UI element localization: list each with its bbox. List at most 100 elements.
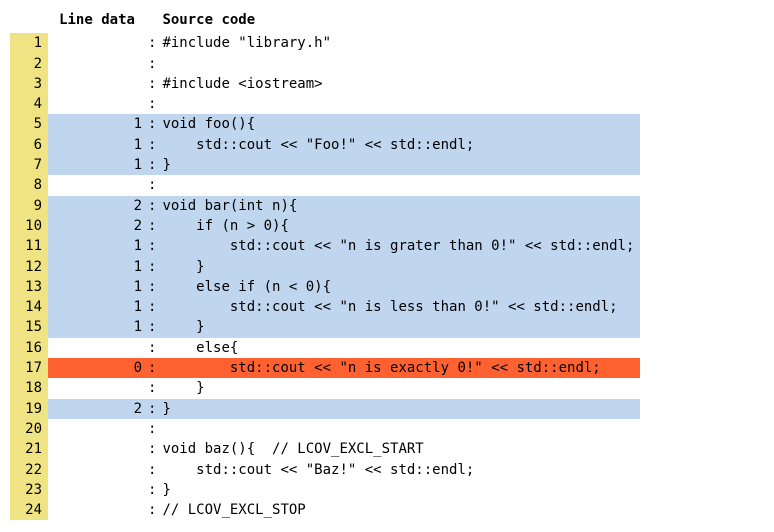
source-row: 151: }: [10, 317, 640, 337]
line-number: 16: [10, 338, 48, 358]
source-row: 61: std::cout << "Foo!" << std::endl;: [10, 135, 640, 155]
line-hits: [48, 500, 146, 520]
source-line: }: [160, 317, 640, 337]
colon-separator: :: [146, 338, 160, 358]
line-number: 9: [10, 196, 48, 216]
line-hits: 1: [48, 114, 146, 134]
line-number: 1: [10, 33, 48, 53]
colon-separator: :: [146, 378, 160, 398]
line-number: 10: [10, 216, 48, 236]
line-hits: [48, 175, 146, 195]
source-row: 141: std::cout << "n is less than 0!" <<…: [10, 297, 640, 317]
source-row: 23:}: [10, 480, 640, 500]
source-row: 3:#include <iostream>: [10, 74, 640, 94]
colon-separator: :: [146, 439, 160, 459]
line-hits: 1: [48, 277, 146, 297]
colon-separator: :: [146, 399, 160, 419]
source-line: void baz(){ // LCOV_EXCL_START: [160, 439, 640, 459]
source-row: 4:: [10, 94, 640, 114]
colon-separator: :: [146, 74, 160, 94]
line-number: 8: [10, 175, 48, 195]
coverage-table-body: Line data Source code 1:#include "librar…: [10, 10, 640, 520]
line-hits: 1: [48, 257, 146, 277]
source-line: // LCOV_EXCL_STOP: [160, 500, 640, 520]
line-number: 4: [10, 94, 48, 114]
source-line: }: [160, 480, 640, 500]
colon-separator: :: [146, 297, 160, 317]
line-hits: [48, 419, 146, 439]
source-line: if (n > 0){: [160, 216, 640, 236]
source-row: 92:void bar(int n){: [10, 196, 640, 216]
line-number: 13: [10, 277, 48, 297]
line-number: 21: [10, 439, 48, 459]
header-line-data: Line data: [48, 10, 146, 33]
source-row: 22: std::cout << "Baz!" << std::endl;: [10, 460, 640, 480]
header-row: Line data Source code: [10, 10, 640, 33]
source-line: }: [160, 399, 640, 419]
source-line: std::cout << "Baz!" << std::endl;: [160, 460, 640, 480]
colon-separator: :: [146, 257, 160, 277]
source-line: #include "library.h": [160, 33, 640, 53]
source-line: }: [160, 155, 640, 175]
line-hits: 2: [48, 399, 146, 419]
source-row: 71:}: [10, 155, 640, 175]
colon-separator: :: [146, 460, 160, 480]
source-row: 192:}: [10, 399, 640, 419]
source-row: 131: else if (n < 0){: [10, 277, 640, 297]
line-number: 5: [10, 114, 48, 134]
source-row: 20:: [10, 419, 640, 439]
source-line: std::cout << "Foo!" << std::endl;: [160, 135, 640, 155]
line-hits: [48, 338, 146, 358]
line-hits: [48, 74, 146, 94]
colon-separator: :: [146, 196, 160, 216]
source-row: 1:#include "library.h": [10, 33, 640, 53]
colon-separator: :: [146, 175, 160, 195]
line-number: 20: [10, 419, 48, 439]
line-number: 7: [10, 155, 48, 175]
source-line: std::cout << "n is grater than 0!" << st…: [160, 236, 640, 256]
header-colon-spacer: [146, 10, 160, 33]
header-lineno-spacer: [10, 10, 48, 33]
source-row: 2:: [10, 54, 640, 74]
source-line: [160, 54, 640, 74]
source-row: 51:void foo(){: [10, 114, 640, 134]
source-line: void foo(){: [160, 114, 640, 134]
source-row: 21:void baz(){ // LCOV_EXCL_START: [10, 439, 640, 459]
colon-separator: :: [146, 277, 160, 297]
source-row: 16: else{: [10, 338, 640, 358]
line-number: 19: [10, 399, 48, 419]
header-source-code: Source code: [160, 10, 640, 33]
colon-separator: :: [146, 135, 160, 155]
line-hits: 0: [48, 358, 146, 378]
line-number: 2: [10, 54, 48, 74]
colon-separator: :: [146, 114, 160, 134]
line-hits: 1: [48, 135, 146, 155]
line-number: 3: [10, 74, 48, 94]
source-row: 170: std::cout << "n is exactly 0!" << s…: [10, 358, 640, 378]
source-line: [160, 94, 640, 114]
line-hits: [48, 460, 146, 480]
source-line: else{: [160, 338, 640, 358]
line-number: 12: [10, 257, 48, 277]
source-line: std::cout << "n is exactly 0!" << std::e…: [160, 358, 640, 378]
source-line: void bar(int n){: [160, 196, 640, 216]
line-hits: [48, 439, 146, 459]
line-number: 6: [10, 135, 48, 155]
source-line: [160, 419, 640, 439]
source-row: 18: }: [10, 378, 640, 398]
colon-separator: :: [146, 33, 160, 53]
source-line: }: [160, 378, 640, 398]
colon-separator: :: [146, 317, 160, 337]
line-number: 22: [10, 460, 48, 480]
line-number: 17: [10, 358, 48, 378]
line-hits: 2: [48, 196, 146, 216]
source-row: 121: }: [10, 257, 640, 277]
line-hits: 1: [48, 317, 146, 337]
line-number: 15: [10, 317, 48, 337]
line-number: 18: [10, 378, 48, 398]
colon-separator: :: [146, 236, 160, 256]
line-hits: 1: [48, 236, 146, 256]
source-line: else if (n < 0){: [160, 277, 640, 297]
source-row: 111: std::cout << "n is grater than 0!" …: [10, 236, 640, 256]
line-hits: [48, 480, 146, 500]
